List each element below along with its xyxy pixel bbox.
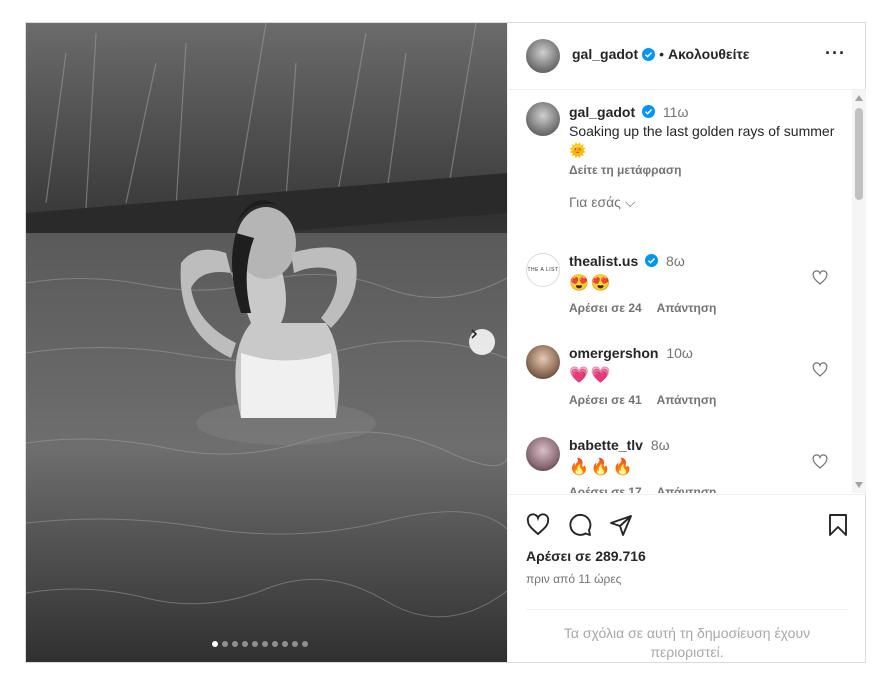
comment-meta: Αρέσει σε 24 Απάντηση xyxy=(569,301,728,315)
action-bar: Αρέσει σε 289.716 πριν από 11 ώρες Τα σχ… xyxy=(508,494,866,663)
comment-item: babette_tlv 8ω 🔥🔥🔥 Αρέσει σε 17 Απάντηση xyxy=(508,437,852,493)
comment-time: 8ω xyxy=(650,437,670,453)
caption-author-avatar[interactable] xyxy=(526,102,560,136)
scroll-thumb[interactable] xyxy=(855,108,863,200)
share-icon[interactable] xyxy=(609,513,633,537)
carousel-dot xyxy=(272,641,278,647)
comment-item: omergershon 10ω 💗💗 Αρέσει σε 41 Απάντηση xyxy=(508,345,852,425)
more-icon[interactable]: ··· xyxy=(825,43,846,64)
comment-likes[interactable]: Αρέσει σε 24 xyxy=(569,301,642,315)
likes-count[interactable]: Αρέσει σε 289.716 xyxy=(526,548,646,564)
comment-body: thealist.us 8ω 😍😍 xyxy=(569,253,685,293)
commenter-avatar[interactable] xyxy=(526,345,560,379)
follow-status-button[interactable]: Ακολουθείτε xyxy=(668,46,749,62)
comment-text: 💗💗 xyxy=(569,367,613,384)
carousel-dot xyxy=(222,641,228,647)
caption-username[interactable]: gal_gadot xyxy=(569,104,635,120)
verified-icon xyxy=(642,105,656,118)
comments-section: gal_gadot 11ω Soaking up the last golden… xyxy=(508,90,852,493)
comment-username[interactable]: omergershon xyxy=(569,345,658,361)
commenter-avatar[interactable]: THE A LIST xyxy=(526,253,560,287)
carousel-dot xyxy=(252,641,258,647)
post-photo[interactable] xyxy=(26,23,507,662)
caption-text: Soaking up the last golden rays of summe… xyxy=(569,123,835,158)
header-separator: • xyxy=(659,46,665,62)
caption: gal_gadot 11ω Soaking up the last golden… xyxy=(569,103,839,180)
comments-scrollbar[interactable] xyxy=(852,90,866,493)
verified-icon xyxy=(642,47,656,61)
post-dialog: gal_gadot • Ακολουθείτε ··· gal_gadot 11… xyxy=(25,22,866,663)
carousel-dot xyxy=(262,641,268,647)
comment-item: THE A LIST thealist.us 8ω 😍😍 Αρέσει σε 2… xyxy=(508,253,852,333)
scroll-up-arrow[interactable] xyxy=(855,95,863,101)
comment-likes[interactable]: Αρέσει σε 17 xyxy=(569,485,642,493)
comments-restricted-notice: Τα σχόλια σε αυτή τη δημοσίευση έχουν πε… xyxy=(526,609,848,662)
chevron-right-icon xyxy=(471,329,478,339)
carousel-dot xyxy=(302,641,308,647)
translate-link[interactable]: Δείτε τη μετάφραση xyxy=(569,161,839,180)
comment-username[interactable]: thealist.us xyxy=(569,253,638,269)
comment-body: omergershon 10ω 💗💗 xyxy=(569,345,693,385)
post-sidebar: gal_gadot • Ακολουθείτε ··· gal_gadot 11… xyxy=(507,23,866,662)
comment-time: 8ω xyxy=(666,253,685,269)
photo-illustration xyxy=(26,23,507,662)
heart-icon[interactable] xyxy=(812,270,828,286)
carousel-dot xyxy=(232,641,238,647)
comment-icon[interactable] xyxy=(568,513,593,537)
carousel-dot xyxy=(212,641,218,647)
header-author: gal_gadot • Ακολουθείτε xyxy=(572,46,749,62)
post-header: gal_gadot • Ακολουθείτε ··· xyxy=(508,23,866,90)
scroll-down-arrow[interactable] xyxy=(855,482,863,488)
comment-time: 10ω xyxy=(666,345,693,361)
post-timestamp[interactable]: πριν από 11 ώρες xyxy=(526,572,621,586)
comment-meta: Αρέσει σε 17 Απάντηση xyxy=(569,485,728,493)
reply-button[interactable]: Απάντηση xyxy=(657,393,717,407)
commenter-avatar[interactable] xyxy=(526,437,560,471)
caption-time: 11ω xyxy=(662,104,689,120)
comment-text: 🔥🔥🔥 xyxy=(569,459,635,476)
heart-icon[interactable] xyxy=(525,513,551,537)
heart-icon[interactable] xyxy=(812,362,828,378)
author-avatar[interactable] xyxy=(526,39,560,73)
comment-likes[interactable]: Αρέσει σε 41 xyxy=(569,393,642,407)
bookmark-icon[interactable] xyxy=(827,513,849,537)
comment-filter-dropdown[interactable]: Για εσάς ⌵ xyxy=(569,194,635,211)
reply-button[interactable]: Απάντηση xyxy=(657,485,717,493)
carousel-dot xyxy=(242,641,248,647)
commenter-avatar-label: THE A LIST xyxy=(527,267,559,273)
author-username[interactable]: gal_gadot xyxy=(572,46,638,62)
carousel-dot xyxy=(282,641,288,647)
comment-text: 😍😍 xyxy=(569,275,613,292)
next-photo-button[interactable] xyxy=(469,329,495,355)
carousel-indicator xyxy=(212,641,308,647)
reply-button[interactable]: Απάντηση xyxy=(657,301,717,315)
comment-body: babette_tlv 8ω 🔥🔥🔥 xyxy=(569,437,670,477)
heart-icon[interactable] xyxy=(812,454,828,470)
comment-username[interactable]: babette_tlv xyxy=(569,437,643,453)
comment-meta: Αρέσει σε 41 Απάντηση xyxy=(569,393,728,407)
carousel-dot xyxy=(292,641,298,647)
verified-icon xyxy=(645,254,659,267)
